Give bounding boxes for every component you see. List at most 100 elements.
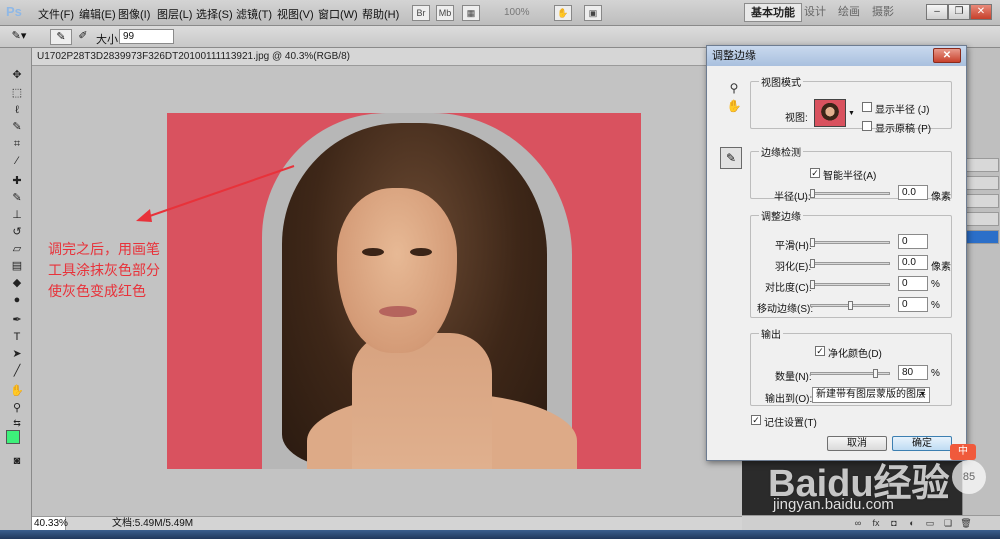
menu-layer[interactable]: 图层(L) — [157, 6, 192, 22]
eraser-tool-icon[interactable]: ▱ — [9, 242, 25, 256]
feather-slider[interactable] — [810, 259, 890, 268]
show-original-checkbox[interactable] — [862, 121, 872, 131]
menu-window[interactable]: 窗口(W) — [318, 6, 358, 22]
eyedropper-icon[interactable]: ⁄ — [9, 154, 25, 168]
move-tool-icon[interactable]: ✥ — [9, 68, 25, 82]
dialog-close-icon[interactable]: ✕ — [933, 48, 961, 63]
hand-icon[interactable]: ✋ — [554, 5, 572, 21]
amount-slider[interactable] — [810, 369, 890, 378]
view-mode-legend: 视图模式 — [761, 78, 801, 89]
output-to-select[interactable]: 新建带有图层蒙版的图层 ▼ — [812, 387, 930, 403]
stamp-tool-icon[interactable]: ⊥ — [9, 208, 25, 222]
refine-radius-tool-icon[interactable]: ✎ — [720, 147, 742, 169]
zoom-tool-icon[interactable]: ⚲ — [725, 80, 743, 96]
amount-input[interactable]: 80 — [898, 365, 928, 380]
smooth-input[interactable]: 0 — [898, 234, 928, 249]
path-select-icon[interactable]: ➤ — [9, 347, 25, 361]
ok-button[interactable]: 确定 — [892, 436, 952, 451]
pen-tool-icon[interactable]: ✒ — [9, 313, 25, 327]
dodge-tool-icon[interactable]: ● — [9, 293, 25, 307]
menu-help[interactable]: 帮助(H) — [362, 6, 399, 22]
line-tool-icon[interactable]: ╱ — [9, 364, 25, 378]
tool-preset-icon[interactable]: ✎▾ — [8, 29, 30, 45]
minibridge-icon[interactable]: Mb — [436, 5, 454, 21]
refine-radius-icon[interactable]: ✎ — [50, 29, 72, 45]
menu-bar: Ps 文件(F) 编辑(E) 图像(I) 图层(L) 选择(S) 滤镜(T) 视… — [0, 0, 1000, 26]
healing-brush-icon[interactable]: ✚ — [9, 174, 25, 188]
history-brush-icon[interactable]: ↺ — [9, 225, 25, 239]
radius-slider-thumb[interactable] — [810, 189, 815, 198]
trash-icon[interactable]: 🗑 — [960, 517, 972, 529]
lasso-tool-icon[interactable]: ℓ — [9, 103, 25, 117]
folder-icon[interactable]: ▭ — [924, 517, 936, 529]
menu-view[interactable]: 视图(V) — [277, 6, 314, 22]
shift-edge-slider[interactable] — [810, 301, 890, 310]
decontaminate-checkbox[interactable]: ✓ — [815, 346, 825, 356]
quick-select-icon[interactable]: ✎ — [9, 120, 25, 134]
foreground-color-swatch[interactable] — [6, 430, 20, 444]
fx-icon[interactable]: fx — [870, 517, 882, 529]
smooth-slider[interactable] — [810, 238, 890, 247]
arrange-icon[interactable]: ▣ — [584, 5, 602, 21]
link-icon[interactable]: ∞ — [852, 517, 864, 529]
menu-image[interactable]: 图像(I) — [118, 6, 150, 22]
crop-tool-icon[interactable]: ⌗ — [9, 137, 25, 151]
erase-refinements-icon[interactable]: ✐ — [72, 29, 94, 45]
selected-layer-row[interactable] — [965, 230, 999, 244]
restore-icon[interactable]: ❐ — [948, 4, 970, 20]
hand-tool-icon[interactable]: ✋ — [9, 384, 25, 398]
panel-row[interactable] — [965, 158, 999, 172]
canvas-area[interactable]: 调完之后，用画笔 工具涂抹灰色部分 使灰色变成红色 — [32, 66, 742, 516]
default-colors-icon[interactable]: ⇆ — [9, 416, 25, 430]
radius-input[interactable]: 0.0 — [898, 185, 928, 200]
remember-settings-checkbox[interactable]: ✓ — [751, 415, 761, 425]
edge-detection-group: 边缘检测 ✓ 智能半径(A) 半径(U): 0.0 像素 — [750, 144, 952, 203]
brush-tool-icon[interactable]: ✎ — [9, 191, 25, 205]
workspace-photography[interactable]: 摄影 — [866, 3, 900, 22]
smooth-slider-thumb[interactable] — [810, 238, 815, 247]
minimize-icon[interactable]: – — [926, 4, 948, 20]
panel-row[interactable] — [965, 176, 999, 190]
menu-filter[interactable]: 滤镜(T) — [236, 6, 272, 22]
status-zoom[interactable]: 40.33% — [32, 517, 68, 530]
smart-radius-checkbox[interactable]: ✓ — [810, 168, 820, 178]
contrast-slider-thumb[interactable] — [810, 280, 815, 289]
panel-row[interactable] — [965, 212, 999, 226]
menu-edit[interactable]: 编辑(E) — [79, 6, 116, 22]
workspace-essentials[interactable]: 基本功能 — [744, 3, 802, 22]
show-radius-checkbox[interactable] — [862, 102, 872, 112]
new-layer-icon[interactable]: ❏ — [942, 517, 954, 529]
menu-select[interactable]: 选择(S) — [196, 6, 233, 22]
dialog-title[interactable]: 调整边缘 — [707, 46, 966, 66]
close-icon[interactable]: ✕ — [970, 4, 992, 20]
feather-input[interactable]: 0.0 — [898, 255, 928, 270]
view-dropdown-icon[interactable]: ▼ — [848, 110, 855, 117]
workspace-painting[interactable]: 绘画 — [832, 3, 866, 22]
bridge-icon[interactable]: Br — [412, 5, 430, 21]
mask-icon[interactable]: ◘ — [888, 517, 900, 529]
view-thumbnail[interactable] — [814, 99, 846, 127]
document-tab[interactable]: U1702P28T3D2839973F326DT20100111113921.j… — [32, 48, 742, 66]
gradient-tool-icon[interactable]: ▤ — [9, 259, 25, 273]
quick-mask-icon[interactable]: ◙ — [9, 454, 25, 468]
blur-tool-icon[interactable]: ◆ — [9, 276, 25, 290]
view-extras-icon[interactable]: ▦ — [462, 5, 480, 21]
radius-slider[interactable] — [810, 189, 890, 198]
feather-slider-thumb[interactable] — [810, 259, 815, 268]
marquee-tool-icon[interactable]: ⬚ — [9, 86, 25, 100]
type-tool-icon[interactable]: T — [9, 330, 25, 344]
zoom-tool-icon[interactable]: ⚲ — [9, 401, 25, 415]
shift-edge-slider-thumb[interactable] — [848, 301, 853, 310]
contrast-slider[interactable] — [810, 280, 890, 289]
size-input[interactable]: 99 — [119, 29, 174, 44]
amount-slider-thumb[interactable] — [873, 369, 878, 378]
panel-row[interactable] — [965, 194, 999, 208]
shift-edge-input[interactable]: 0 — [898, 297, 928, 312]
cancel-button[interactable]: 取消 — [827, 436, 887, 451]
menu-file[interactable]: 文件(F) — [38, 6, 74, 22]
contrast-input[interactable]: 0 — [898, 276, 928, 291]
zoom-level[interactable]: 100% — [490, 4, 560, 21]
hand-tool-icon[interactable]: ✋ — [725, 98, 743, 114]
adjustment-icon[interactable]: ◐ — [906, 517, 918, 529]
workspace-design[interactable]: 设计 — [798, 3, 832, 22]
